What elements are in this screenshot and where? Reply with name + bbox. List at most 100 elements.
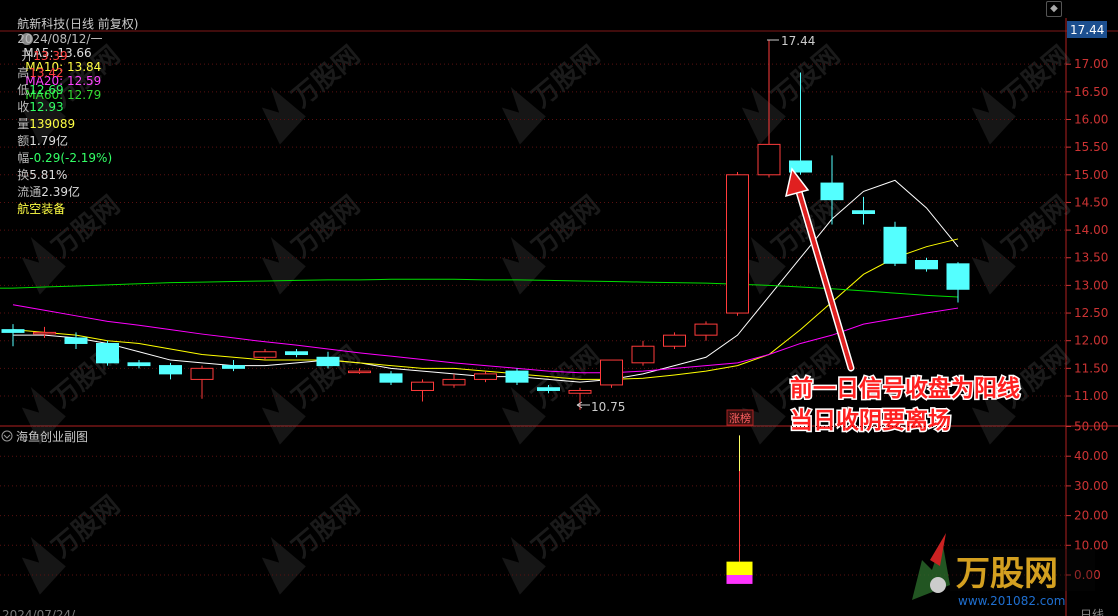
turnover-value: 5.81% bbox=[29, 168, 68, 182]
candle bbox=[285, 348, 308, 358]
price-tick-label: 11.50 bbox=[1074, 361, 1108, 375]
annotation-line-2: 当日收阴要离场 bbox=[790, 407, 951, 434]
change-label: 幅 bbox=[17, 151, 30, 165]
brand-name: 万股网 bbox=[956, 554, 1058, 594]
candle-body bbox=[253, 351, 277, 358]
ma-line-ma60 bbox=[12, 278, 959, 298]
price-tick-label: 14.00 bbox=[1074, 223, 1108, 237]
watermark-tile: 万股网 bbox=[261, 190, 366, 295]
candle bbox=[96, 340, 119, 366]
candle-body bbox=[474, 373, 497, 380]
sub-bar bbox=[726, 561, 753, 575]
price-tick-label: 12.00 bbox=[1074, 334, 1108, 348]
watermark-tile: 万股网 bbox=[261, 340, 366, 445]
candle-body bbox=[757, 143, 781, 176]
price-axis: 17.00 16.50 16.00 15.50 15.00 14.50 14.00 13.50… bbox=[1066, 57, 1108, 403]
volume-label: 量 bbox=[17, 117, 30, 131]
candle-body bbox=[159, 365, 182, 375]
watermark-text: 万股网 bbox=[997, 190, 1076, 263]
candle-body bbox=[600, 359, 623, 386]
watermark-text: 万股网 bbox=[287, 190, 366, 263]
watermark-text: 万股网 bbox=[767, 40, 846, 113]
watermark-tile: 万股网 bbox=[971, 40, 1076, 145]
watermark-tile: 万股网 bbox=[971, 190, 1076, 295]
high-value: 13.42 bbox=[29, 66, 64, 80]
quote-row: 2024/08/12/一 开13.39 高13.42 低12.69 收12.93… bbox=[2, 16, 112, 231]
float-value: 2.39亿 bbox=[41, 185, 81, 199]
watermark-text: 万股网 bbox=[527, 190, 606, 263]
candle-body bbox=[411, 381, 434, 391]
float-label: 流通 bbox=[17, 185, 42, 199]
candle bbox=[694, 321, 718, 341]
sector-label: 航空装备 bbox=[17, 202, 66, 216]
candle-body bbox=[379, 373, 403, 383]
sub-tick-label: 30.00 bbox=[1074, 479, 1108, 493]
price-tick-label: 14.50 bbox=[1074, 195, 1108, 209]
watermark-layer: 万股网 万股网 万股网 万股网 万股网万股网 万股网 万股网 万股网万股网 万股网 万股网 万股网万… bbox=[21, 40, 1076, 595]
candle bbox=[442, 373, 466, 388]
candle-body bbox=[33, 331, 56, 335]
current-price-tag: 17.44 bbox=[1067, 21, 1107, 38]
price-tick-label: 16.00 bbox=[1074, 112, 1108, 126]
candle-body bbox=[883, 226, 907, 264]
zhangbang-tag: 涨榜 bbox=[726, 409, 754, 426]
stock-chart: 万股网 万股网 万股网 万股网 万股网万股网 万股网 万股网 万股网万股网 万股网 万股网 万股网万… bbox=[0, 18, 1118, 616]
candle bbox=[379, 371, 403, 385]
watermark-text: 万股网 bbox=[287, 40, 366, 113]
price-tick-label: 13.50 bbox=[1074, 251, 1108, 265]
annotation-line-1: 前一日信号收盘为阳线 bbox=[790, 375, 1020, 402]
sub-bars bbox=[726, 435, 753, 584]
watermark-tile: 万股网 bbox=[501, 190, 606, 295]
candle-body bbox=[537, 387, 560, 391]
low-mark: 10.75 bbox=[576, 400, 625, 414]
close-label: 收 bbox=[17, 100, 30, 114]
watermark-text: 万股网 bbox=[47, 490, 126, 563]
sub-bar bbox=[726, 575, 753, 584]
price-tick-label: 12.50 bbox=[1074, 306, 1108, 320]
open-label: 开 bbox=[21, 49, 34, 63]
candle bbox=[474, 371, 497, 383]
open-value: 13.39 bbox=[33, 49, 68, 63]
amount-value: 1.79亿 bbox=[29, 134, 69, 148]
zhangbang-label: 涨榜 bbox=[729, 411, 751, 425]
candle-body bbox=[316, 356, 340, 367]
candle-body bbox=[64, 337, 88, 344]
candle bbox=[852, 196, 875, 225]
watermark-text: 万股网 bbox=[997, 40, 1076, 113]
brand-url: www.201082.com bbox=[958, 594, 1065, 608]
candle bbox=[600, 359, 623, 388]
candle-body bbox=[285, 351, 308, 356]
candle bbox=[222, 360, 245, 372]
turnover-label: 换 bbox=[17, 168, 30, 182]
high-mark-label: 17.44 bbox=[781, 34, 815, 48]
candle bbox=[253, 348, 277, 361]
candle bbox=[411, 379, 434, 402]
bottom-date: 2024/07/24/ bbox=[2, 608, 76, 616]
candle bbox=[663, 332, 686, 349]
watermark-tile: 万股网 bbox=[261, 490, 366, 595]
price-tick-label: 15.50 bbox=[1074, 140, 1108, 154]
candle bbox=[190, 365, 214, 399]
bottom-timeframe: 日线 bbox=[1080, 608, 1104, 616]
candle-body bbox=[946, 263, 970, 290]
price-tick-label: 17.00 bbox=[1074, 57, 1108, 71]
watermark-tile: 万股网 bbox=[501, 490, 606, 595]
watermark-tile: 万股网 bbox=[261, 40, 366, 145]
sub-grid bbox=[0, 426, 1066, 576]
candle-body bbox=[726, 174, 749, 314]
sub-tick-label: 20.00 bbox=[1074, 509, 1108, 523]
candle bbox=[915, 257, 938, 272]
settings-icon[interactable]: ◆ bbox=[1046, 1, 1062, 17]
price-tick-label: 11.00 bbox=[1074, 389, 1108, 403]
candle-body bbox=[852, 210, 875, 214]
low-mark-label: 10.75 bbox=[591, 400, 625, 414]
candle-body bbox=[190, 367, 214, 380]
brand-logo: 万股网 www.201082.com bbox=[912, 533, 1095, 608]
candle-body bbox=[127, 362, 151, 367]
low-label: 低 bbox=[17, 83, 30, 97]
watermark-text: 万股网 bbox=[527, 490, 606, 563]
candle-body bbox=[631, 345, 655, 364]
current-price-label: 17.44 bbox=[1070, 23, 1104, 37]
sub-panel-title: 海鱼创业副图 bbox=[1, 429, 88, 444]
sub-panel-title-text: 海鱼创业副图 bbox=[16, 429, 88, 444]
